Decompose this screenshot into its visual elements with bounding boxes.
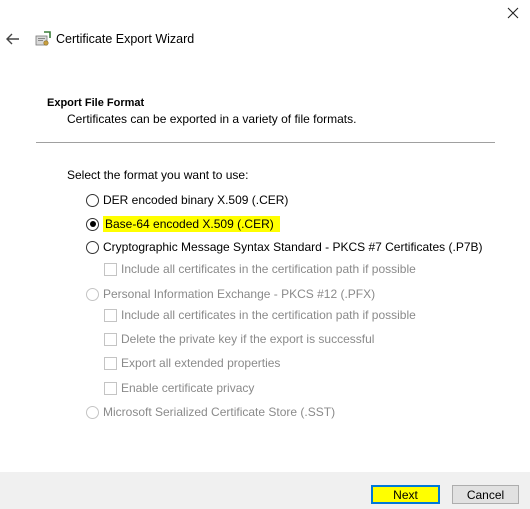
section-subtitle: Certificates can be exported in a variet…	[67, 112, 357, 126]
radio-base64[interactable]	[86, 217, 99, 231]
option-pkcs7-include-label: Include all certificates in the certific…	[121, 262, 416, 276]
checkbox-pfx-include[interactable]	[104, 308, 117, 322]
option-pkcs7-label: Cryptographic Message Syntax Standard - …	[103, 240, 483, 254]
option-pkcs7[interactable]: Cryptographic Message Syntax Standard - …	[86, 240, 483, 254]
option-base64-label: Base-64 encoded X.509 (.CER)	[103, 216, 280, 232]
section-title: Export File Format	[47, 97, 145, 109]
option-pfx-privacy-label: Enable certificate privacy	[121, 381, 255, 395]
option-pfx-delete-key-label: Delete the private key if the export is …	[121, 332, 375, 346]
checkbox-pfx-export-props[interactable]	[104, 356, 117, 370]
back-arrow-icon[interactable]	[4, 30, 22, 48]
certificate-wizard-icon	[34, 30, 52, 48]
header-divider	[36, 142, 495, 143]
option-base64[interactable]: Base-64 encoded X.509 (.CER)	[86, 216, 280, 232]
radio-sst[interactable]	[86, 405, 99, 419]
checkbox-pfx-delete-key[interactable]	[104, 332, 117, 346]
option-pfx-delete-key[interactable]: Delete the private key if the export is …	[104, 332, 374, 346]
option-der-label: DER encoded binary X.509 (.CER)	[103, 193, 289, 207]
radio-pfx[interactable]	[86, 287, 99, 301]
option-pfx-export-props-label: Export all extended properties	[121, 356, 281, 370]
option-der[interactable]: DER encoded binary X.509 (.CER)	[86, 193, 288, 207]
option-pkcs7-include[interactable]: Include all certificates in the certific…	[104, 262, 416, 276]
format-prompt-label: Select the format you want to use:	[67, 168, 249, 182]
close-icon[interactable]	[496, 0, 530, 26]
certificate-export-wizard-window: Certificate Export Wizard Export File Fo…	[0, 0, 530, 509]
window-title: Certificate Export Wizard	[56, 32, 195, 46]
option-pfx-label: Personal Information Exchange - PKCS #12…	[103, 287, 376, 301]
option-pfx-include[interactable]: Include all certificates in the certific…	[104, 308, 416, 322]
option-sst[interactable]: Microsoft Serialized Certificate Store (…	[86, 405, 335, 419]
option-pfx-include-label: Include all certificates in the certific…	[121, 308, 416, 322]
radio-pkcs7[interactable]	[86, 240, 99, 254]
next-button[interactable]: Next	[371, 485, 440, 504]
radio-der[interactable]	[86, 193, 99, 207]
checkbox-pfx-privacy[interactable]	[104, 381, 117, 395]
option-pfx-privacy[interactable]: Enable certificate privacy	[104, 381, 254, 395]
option-pfx-export-props[interactable]: Export all extended properties	[104, 356, 280, 370]
cancel-button[interactable]: Cancel	[452, 485, 519, 504]
option-pfx[interactable]: Personal Information Exchange - PKCS #12…	[86, 287, 375, 301]
checkbox-pkcs7-include[interactable]	[104, 262, 117, 276]
option-sst-label: Microsoft Serialized Certificate Store (…	[103, 405, 336, 419]
wizard-footer	[0, 472, 530, 509]
